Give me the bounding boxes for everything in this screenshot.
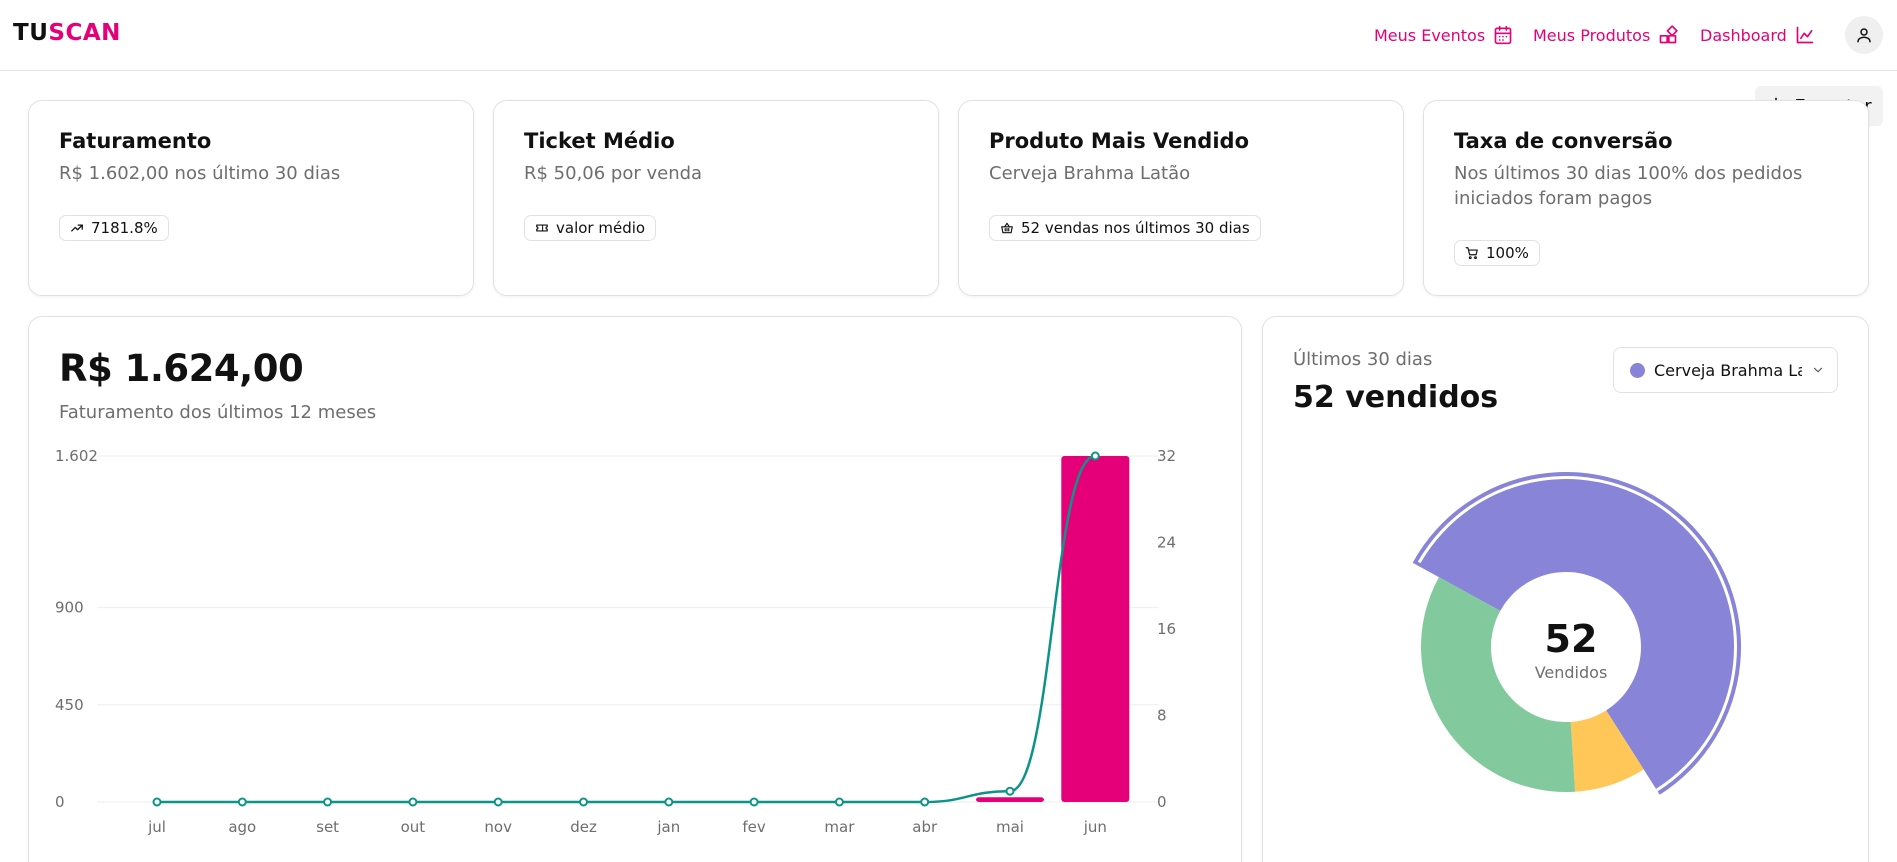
sales-line (157, 454, 1096, 804)
kpi-badge-label: valor médio (556, 219, 646, 237)
sales-point (237, 797, 247, 807)
chart-icon (1796, 26, 1814, 44)
product-sales-card: Últimos 30 dias 52 vendidos Cerveja Brah… (1262, 316, 1869, 862)
product-donut-chart[interactable] (1263, 317, 1870, 862)
y-right-tick-label: 0 (1157, 793, 1167, 811)
kpi-title: Ticket Médio (524, 129, 675, 153)
x-tick-label: ago (228, 818, 256, 836)
user-icon (1857, 28, 1871, 43)
kpi-subtitle: Cerveja Brahma Latão (989, 163, 1191, 184)
sales-point (408, 797, 418, 807)
basket-icon (1001, 222, 1013, 234)
nav-dashboard[interactable]: Dashboard (1700, 22, 1815, 48)
boxes-icon (1659, 25, 1679, 44)
nav-my-events[interactable]: Meus Eventos (1374, 22, 1513, 48)
kpi-title: Produto Mais Vendido (989, 129, 1249, 153)
donut-center-value: 52 (1544, 617, 1598, 661)
revenue-chart-card: R$ 1.624,00 Faturamento dos últimos 12 m… (28, 316, 1242, 862)
x-tick-label: out (401, 818, 426, 836)
kpi-subtitle: R$ 1.602,00 nos último 30 dias (59, 163, 341, 184)
kpi-card-revenue: Faturamento R$ 1.602,00 nos último 30 di… (28, 100, 474, 296)
x-tick-label: fev (742, 818, 766, 836)
kpi-title: Taxa de conversão (1454, 129, 1673, 153)
sales-point (834, 797, 844, 807)
nav-my-products-label: Meus Produtos (1533, 25, 1651, 45)
x-tick-label: jan (656, 818, 680, 836)
user-avatar-button[interactable] (1845, 16, 1883, 54)
donut-center-label: Vendidos (1534, 663, 1608, 682)
x-tick-label: jul (147, 818, 166, 836)
kpi-badge: 52 vendas nos últimos 30 dias (989, 215, 1261, 241)
x-tick-label: abr (912, 818, 938, 836)
nav-dashboard-label: Dashboard (1700, 25, 1787, 45)
sales-point (493, 797, 503, 807)
kpi-badge: valor médio (524, 215, 657, 241)
revenue-bar (1061, 456, 1130, 802)
kpi-badge-label: 7181.8% (91, 219, 158, 237)
y-left-tick-label: 0 (55, 793, 65, 811)
y-right-tick-label: 24 (1157, 534, 1176, 552)
x-tick-label: mar (824, 818, 855, 836)
x-tick-label: nov (484, 818, 512, 836)
sales-point (1005, 786, 1015, 796)
top-header: TUSCAN Meus Eventos Meus Produtos Dashbo… (0, 0, 1897, 71)
sales-point (749, 797, 759, 807)
kpi-subtitle: R$ 50,06 por venda (524, 163, 703, 184)
revenue-bar (976, 797, 1044, 802)
kpi-badge-label: 100% (1486, 244, 1529, 262)
nav-my-events-label: Meus Eventos (1374, 25, 1486, 45)
y-right-tick-label: 8 (1157, 707, 1167, 725)
calendar-icon (1494, 25, 1512, 45)
kpi-title: Faturamento (59, 129, 212, 153)
sales-point (920, 797, 930, 807)
y-right-tick-label: 16 (1157, 620, 1176, 638)
sales-point (1090, 451, 1100, 461)
nav-my-products[interactable]: Meus Produtos (1533, 22, 1679, 48)
x-tick-label: set (316, 818, 339, 836)
kpi-subtitle: Nos últimos 30 dias 100% dos pedidos ini… (1454, 163, 1803, 209)
sales-point (152, 797, 162, 807)
kpi-card-average-ticket: Ticket Médio R$ 50,06 por venda valor mé… (493, 100, 939, 296)
brand-logo-part2: SCAN (48, 20, 121, 46)
y-left-tick-label: 900 (55, 599, 84, 617)
x-tick-label: dez (570, 818, 597, 836)
x-tick-label: jun (1083, 818, 1107, 836)
revenue-chart[interactable]: 0 450 900 1.602 0 8 16 24 32 jul ago set out nov dez ja… (29, 317, 1243, 862)
ticket-icon (536, 224, 548, 232)
brand-logo[interactable]: TUSCAN (13, 20, 121, 46)
y-left-tick-label: 1.602 (55, 447, 98, 465)
kpi-badge-label: 52 vendas nos últimos 30 dias (1021, 219, 1250, 237)
sales-point (664, 797, 674, 807)
kpi-badge: 7181.8% (59, 215, 169, 241)
trending-up-icon (71, 224, 83, 232)
y-left-tick-label: 450 (55, 696, 84, 714)
cart-icon (1465, 247, 1478, 260)
sales-point (579, 797, 588, 807)
kpi-badge: 100% (1454, 240, 1540, 266)
sales-point (323, 797, 333, 807)
brand-logo-part1: TU (13, 20, 49, 46)
kpi-card-top-product: Produto Mais Vendido Cerveja Brahma Latã… (958, 100, 1404, 296)
y-right-tick-label: 32 (1157, 447, 1176, 465)
kpi-card-conversion-rate: Taxa de conversão Nos últimos 30 dias 10… (1423, 100, 1869, 296)
x-tick-label: mai (996, 818, 1024, 836)
